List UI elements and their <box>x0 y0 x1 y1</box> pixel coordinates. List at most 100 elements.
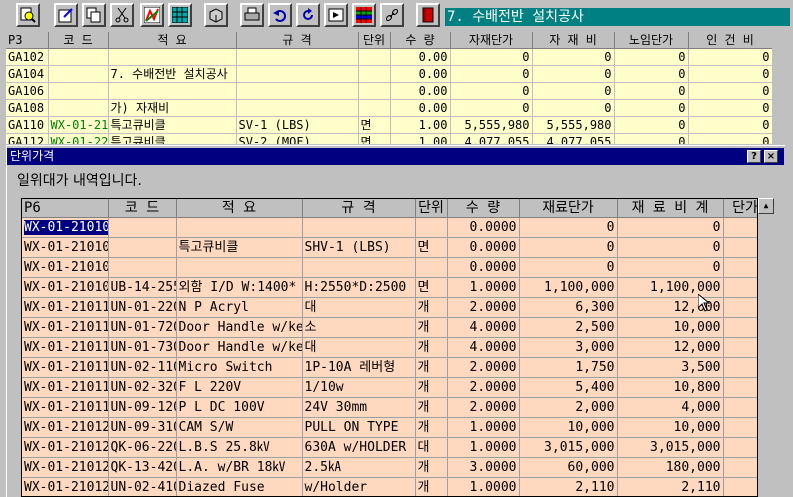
link-icon[interactable] <box>380 3 404 27</box>
table-cell[interactable]: WX-01-220 <box>48 134 108 145</box>
scroll-up-arrow-icon[interactable]: ▲ <box>758 198 774 214</box>
grid2-col-header[interactable]: P6 <box>22 199 108 218</box>
table-cell[interactable]: 0 <box>723 298 758 318</box>
table-cell[interactable]: 2.0000 <box>447 398 519 418</box>
table-cell[interactable]: 특고큐비클 <box>176 238 302 258</box>
book-icon[interactable] <box>416 3 440 27</box>
table-cell[interactable]: 1.0000 <box>447 278 519 298</box>
table-cell[interactable]: UN-01-720 <box>108 318 176 338</box>
table-cell[interactable] <box>236 83 358 100</box>
refresh-icon[interactable] <box>296 3 320 27</box>
table-cell[interactable]: 5,555,980 <box>532 117 614 134</box>
table-row[interactable]: GA1060.000000 <box>6 83 772 100</box>
table-cell[interactable]: 0 <box>723 478 758 497</box>
grid1-col-header[interactable]: 자재단가 <box>450 32 532 49</box>
table-cell[interactable]: 3,000 <box>519 338 617 358</box>
table-cell[interactable]: 10,000 <box>519 418 617 438</box>
table-cell[interactable]: 개 <box>415 358 447 378</box>
print-icon[interactable] <box>240 3 264 27</box>
table-row[interactable]: WX-01-210124QK-13-420L.A. w/BR 18㎸2.5㎄개3… <box>22 458 758 478</box>
table-cell[interactable]: 대 <box>415 438 447 458</box>
grid1-col-header[interactable]: 적 요 <box>108 32 236 49</box>
table-cell[interactable]: 2,000 <box>519 398 617 418</box>
table-cell[interactable]: P L DC 100V <box>176 398 302 418</box>
table-row[interactable]: WX-01-210118UN-09-120P L DC 100V24V 30mm… <box>22 398 758 418</box>
table-cell[interactable]: 1.0000 <box>447 478 519 497</box>
table-cell[interactable] <box>108 238 176 258</box>
table-cell[interactable]: GA104 <box>6 66 48 83</box>
table-cell[interactable] <box>358 66 390 83</box>
table-cell[interactable]: WX-01-210102 <box>22 218 108 238</box>
table-cell[interactable]: 2.0000 <box>447 378 519 398</box>
table-cell[interactable]: 0 <box>450 49 532 66</box>
table-cell[interactable]: 1,750 <box>519 358 617 378</box>
table-cell[interactable]: 60,000 <box>519 458 617 478</box>
export-icon[interactable] <box>324 3 348 27</box>
grid2-col-header[interactable]: 코 드 <box>108 199 176 218</box>
table-cell[interactable]: 면 <box>415 278 447 298</box>
table-cell[interactable]: SV-2 (MOF) <box>236 134 358 145</box>
table-cell[interactable]: 12,000 <box>617 338 723 358</box>
table-cell[interactable]: 1P-10A 레버형 <box>302 358 415 378</box>
table-cell[interactable]: 개 <box>415 478 447 497</box>
table-cell[interactable]: WX-01-210126 <box>22 478 108 497</box>
table-cell[interactable]: SHV-1 (LBS) <box>302 238 415 258</box>
table-cell[interactable]: QK-06-220 <box>108 438 176 458</box>
table-cell[interactable] <box>108 83 236 100</box>
table-cell[interactable]: WX-01-210110 <box>22 298 108 318</box>
table-cell[interactable]: 1.0000 <box>447 438 519 458</box>
table-cell[interactable]: WX-01-210118 <box>22 398 108 418</box>
table-cell[interactable]: UN-02-110 <box>108 358 176 378</box>
table-cell[interactable]: PULL ON TYPE <box>302 418 415 438</box>
table-cell[interactable] <box>358 100 390 117</box>
table-cell[interactable]: WX-01-210116 <box>22 378 108 398</box>
find-icon[interactable] <box>16 3 40 27</box>
table-cell[interactable]: UN-09-120 <box>108 398 176 418</box>
grid2-col-header[interactable]: 규 격 <box>302 199 415 218</box>
grid-icon[interactable] <box>168 3 192 27</box>
table-row[interactable]: GA112WX-01-220특고큐비클SV-2 (MOF)면1.004,077,… <box>6 134 772 145</box>
table-cell[interactable]: 2,500 <box>519 318 617 338</box>
table-cell[interactable] <box>236 66 358 83</box>
table-cell[interactable]: UN-02-320 <box>108 378 176 398</box>
table-cell[interactable]: 2.0000 <box>447 358 519 378</box>
table-row[interactable]: GA108가) 자재비0.000000 <box>6 100 772 117</box>
grid2-col-header[interactable]: 수 량 <box>447 199 519 218</box>
grid2-col-header[interactable]: 재료단가 <box>519 199 617 218</box>
table-cell[interactable]: 4,000 <box>617 398 723 418</box>
table-cell[interactable]: 0.0000 <box>447 218 519 238</box>
table-cell[interactable]: 0 <box>723 418 758 438</box>
table-row[interactable]: WX-01-210120UN-09-310CAM S/WPULL ON TYPE… <box>22 418 758 438</box>
table-cell[interactable] <box>302 258 415 278</box>
table-cell[interactable]: 3,015,000 <box>617 438 723 458</box>
table-cell[interactable]: 개 <box>415 378 447 398</box>
grid2-scrollbar[interactable]: ▲ <box>758 198 775 497</box>
table-cell[interactable]: L.B.S 25.8㎸ <box>176 438 302 458</box>
table-cell[interactable]: w/Holder <box>302 478 415 497</box>
table-cell[interactable] <box>415 258 447 278</box>
table-cell[interactable]: 특고큐비클 <box>108 117 236 134</box>
table-cell[interactable]: 0 <box>614 134 688 145</box>
table-color-icon[interactable] <box>352 3 376 27</box>
table-row[interactable]: GA110WX-01-210특고큐비클SV-1 (LBS)면1.005,555,… <box>6 117 772 134</box>
table-cell[interactable]: 0 <box>723 438 758 458</box>
table-cell[interactable]: 0 <box>723 358 758 378</box>
table-cell[interactable]: 면 <box>415 238 447 258</box>
table-cell[interactable]: 0 <box>688 134 772 145</box>
table-cell[interactable]: 대 <box>302 338 415 358</box>
table-cell[interactable]: 1.00 <box>390 134 450 145</box>
table-cell[interactable]: 0 <box>617 258 723 278</box>
close-button[interactable]: × <box>764 150 778 163</box>
table-cell[interactable]: 0 <box>519 238 617 258</box>
table-cell[interactable]: 6,300 <box>519 298 617 318</box>
table-cell[interactable]: 0.0000 <box>447 258 519 278</box>
table-cell[interactable]: WX-01-210104 <box>22 238 108 258</box>
grid2-col-header[interactable]: 재 료 비 계 <box>617 199 723 218</box>
unit-price-grid[interactable]: P6코 드적 요규 격단위수 량재료단가재 료 비 계단가 WX-01-2101… <box>21 198 758 497</box>
table-cell[interactable] <box>415 218 447 238</box>
table-cell[interactable]: N P Acryl <box>176 298 302 318</box>
table-cell[interactable]: 개 <box>415 398 447 418</box>
table-cell[interactable]: 0 <box>450 100 532 117</box>
dialog-titlebar[interactable]: 단위가격 ? × <box>7 148 784 165</box>
table-cell[interactable]: GA106 <box>6 83 48 100</box>
